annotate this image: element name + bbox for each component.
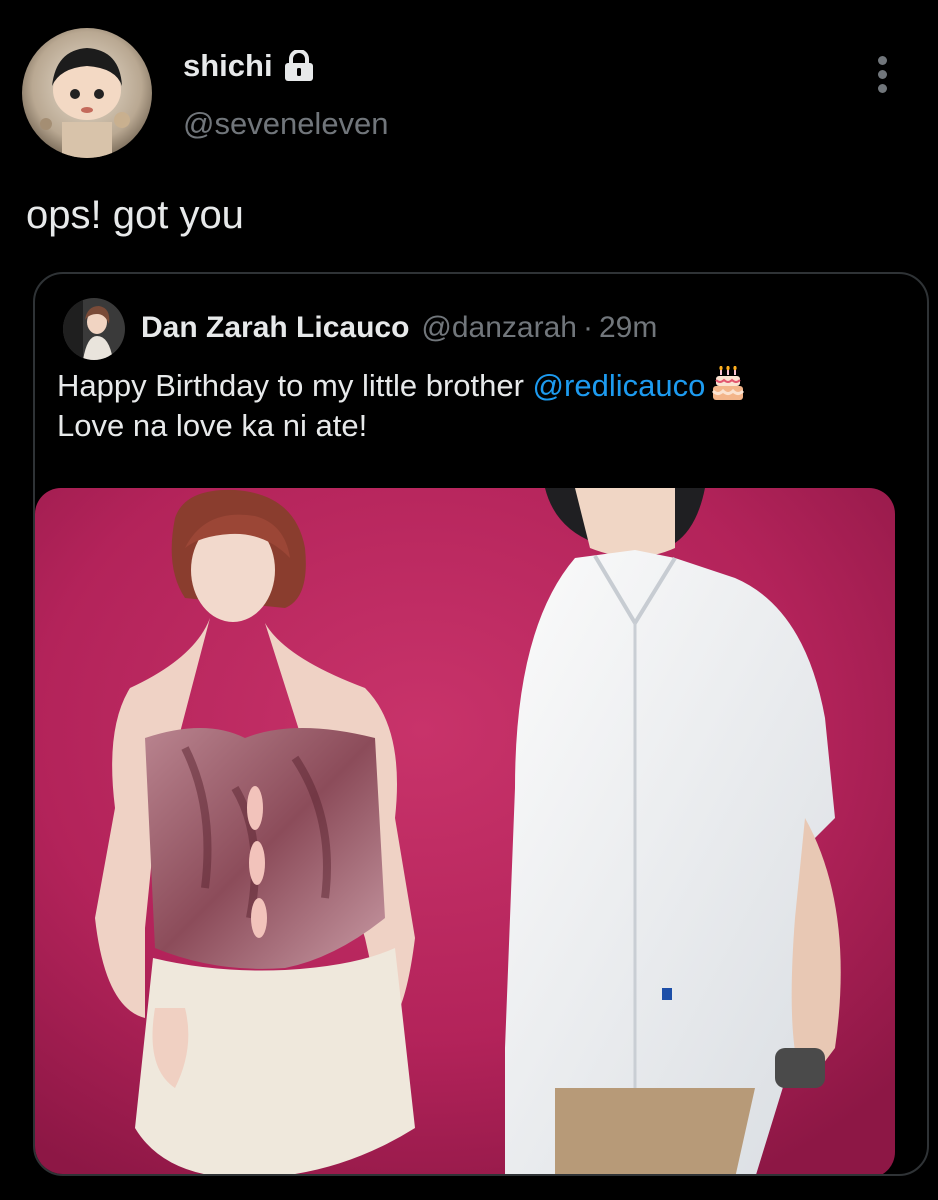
- author-avatar[interactable]: [22, 28, 152, 158]
- quoted-tweet-photo[interactable]: [35, 488, 895, 1174]
- more-vertical-icon-dot: [878, 70, 887, 79]
- lock-icon: [281, 49, 317, 82]
- more-vertical-icon-dot: [878, 84, 887, 93]
- author-display-name: shichi: [183, 48, 273, 83]
- author-display-name-row[interactable]: shichi: [183, 48, 317, 84]
- tweet-text: ops! got you: [26, 193, 244, 237]
- quoted-tweet-text: Happy Birthday to my little brother @red…: [57, 365, 907, 446]
- author-handle[interactable]: @seveneleven: [183, 104, 389, 144]
- quoted-author-handle[interactable]: @danzarah: [421, 311, 577, 344]
- more-vertical-icon: [878, 56, 887, 65]
- more-options-button[interactable]: [868, 50, 898, 98]
- quoted-text-part-2: Love na love ka ni ate!: [57, 408, 368, 443]
- quoted-author-avatar[interactable]: [63, 298, 125, 360]
- quoted-tweet-header: Dan Zarah Licauco @danzarah · 29m: [141, 308, 657, 348]
- quoted-tweet-time[interactable]: 29m: [599, 311, 657, 344]
- mention-link[interactable]: @redlicauco: [533, 368, 706, 403]
- birthday-cake-icon: [711, 365, 745, 402]
- quoted-text-part-1: Happy Birthday to my little brother: [57, 368, 533, 403]
- separator-dot: ·: [582, 311, 593, 344]
- quoted-tweet-card[interactable]: Dan Zarah Licauco @danzarah · 29m Happy Bir…: [33, 272, 929, 1176]
- quoted-author-name[interactable]: Dan Zarah Licauco: [141, 311, 409, 344]
